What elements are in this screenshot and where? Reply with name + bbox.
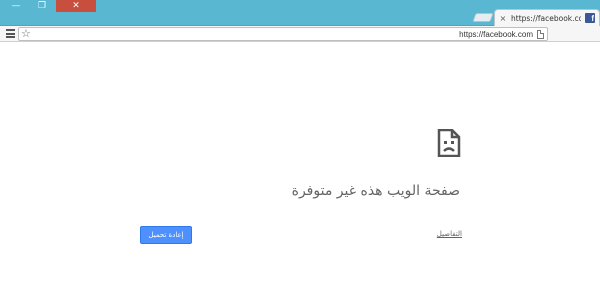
reload-button[interactable]: إعادة تحميل (140, 226, 192, 244)
error-title: صفحة الويب هذه غير متوفرة (291, 183, 460, 199)
hamburger-icon[interactable] (6, 29, 15, 38)
details-link[interactable]: التفاصيل (432, 230, 462, 238)
star-icon[interactable]: ☆ (21, 27, 31, 41)
minimize-button[interactable]: — (4, 0, 28, 12)
tab-facebook[interactable]: × https://facebook.com/ :تر f (494, 9, 600, 26)
facebook-favicon-icon: f (585, 13, 595, 23)
browser-window: — ❐ ✕ × https://facebook.com/ :تر f ☆ ht… (0, 0, 600, 298)
error-page: صفحة الويب هذه غير متوفرة إعادة تحميل ال… (0, 43, 600, 298)
tab-title: https://facebook.com/ :تر (511, 13, 581, 23)
title-bar: — ❐ ✕ × https://facebook.com/ :تر f (0, 0, 600, 26)
new-tab-button[interactable] (472, 13, 494, 22)
maximize-button[interactable]: ❐ (30, 0, 54, 12)
window-controls: — ❐ ✕ (4, 0, 96, 12)
page-icon (537, 30, 544, 39)
url-text[interactable]: https://facebook.com (459, 28, 533, 41)
sad-document-icon (437, 129, 461, 157)
address-bar[interactable]: ☆ https://facebook.com (18, 27, 548, 41)
close-tab-icon[interactable]: × (499, 14, 507, 23)
close-window-button[interactable]: ✕ (56, 0, 96, 12)
toolbar: ☆ https://facebook.com (0, 26, 600, 42)
